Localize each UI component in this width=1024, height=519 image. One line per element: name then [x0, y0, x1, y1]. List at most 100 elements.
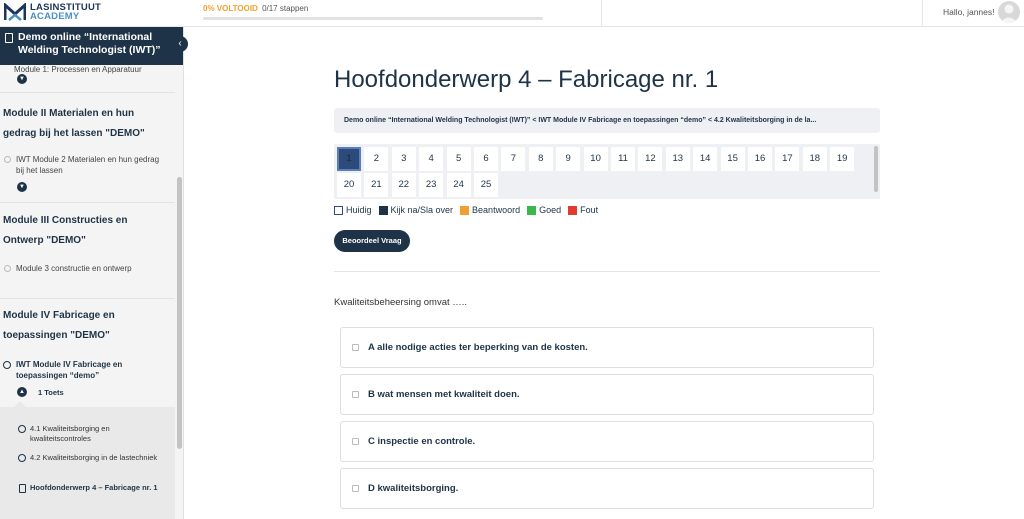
question-number-button[interactable]: 6: [474, 147, 498, 171]
question-number-button[interactable]: 8: [528, 147, 553, 171]
section-title: Module III Constructies en Ontwerp "DEMO…: [3, 215, 128, 246]
answer-option[interactable]: A alle nodige acties ter beperking van d…: [340, 327, 874, 368]
divider: [922, 0, 923, 27]
question-number-button[interactable]: 7: [501, 147, 526, 171]
logo[interactable]: LASINSTITUUT ACADEMY: [4, 3, 101, 21]
question-number-button[interactable]: 16: [748, 147, 772, 171]
chevron-down-icon[interactable]: ▼: [17, 74, 27, 84]
lesson-item-active[interactable]: IWT Module IV Fabricage en toepassingen …: [16, 359, 166, 381]
question-number-button[interactable]: 22: [391, 173, 416, 197]
legend-swatch: [527, 205, 537, 215]
question-number-button[interactable]: 24: [446, 173, 471, 197]
legend-label: Fout: [580, 205, 599, 215]
question-number-button[interactable]: 2: [364, 147, 389, 171]
topic-item-current[interactable]: Hoofdonderwerp 4 – Fabricage nr. 1: [30, 483, 165, 493]
question-navigator-scrollbar[interactable]: [874, 146, 878, 192]
chevron-down-icon[interactable]: ▼: [17, 182, 27, 192]
divider: [0, 298, 175, 299]
quiz-content: Hoofdonderwerp 4 – Fabricage nr. 1 Demo …: [184, 27, 1024, 519]
legend-item: Goed: [527, 205, 561, 215]
section-title: Module IV Fabricage en toepassingen "DEM…: [3, 310, 115, 341]
answer-option[interactable]: C inspectie en controle.: [340, 421, 874, 462]
circle-icon: [18, 425, 26, 433]
question-text: Kwaliteitsbeheersing omvat …..: [334, 297, 468, 308]
question-number-button[interactable]: 17: [775, 147, 800, 171]
sidebar-scrollbar[interactable]: [177, 177, 182, 449]
topic-item[interactable]: 4.1 Kwaliteitsborging en kwaliteitscontr…: [30, 424, 165, 444]
avatar[interactable]: [998, 1, 1020, 23]
legend-label: Huidig: [346, 205, 372, 215]
section-title: Module II Materialen en hun gedrag bij h…: [3, 108, 145, 139]
question-number-button[interactable]: 20: [337, 173, 361, 197]
page-title: Hoofdonderwerp 4 – Fabricage nr. 1: [334, 66, 719, 93]
checkbox[interactable]: [352, 344, 359, 351]
progress-bar: [203, 17, 543, 20]
legend-label: Goed: [539, 205, 562, 215]
sidebar-collapse-button[interactable]: ‹: [172, 36, 188, 52]
question-number-button[interactable]: 9: [556, 147, 581, 171]
legend-label: Beantwoord: [472, 205, 521, 215]
document-icon: [5, 33, 13, 43]
checkbox[interactable]: [352, 391, 359, 398]
circle-icon: [3, 361, 11, 369]
course-title-header[interactable]: Demo online “International Welding Techn…: [0, 27, 183, 65]
chevron-up-icon[interactable]: ▲: [17, 387, 27, 397]
question-number-button[interactable]: 4: [419, 147, 444, 171]
answer-label: A alle nodige acties ter beperking van d…: [368, 342, 588, 353]
lesson-item[interactable]: Module 3 constructie en ontwerp: [16, 263, 166, 274]
answer-label: B wat mensen met kwaliteit doen.: [368, 389, 520, 400]
circle-icon: [18, 454, 26, 462]
legend-label: Kijk na/Sla over: [390, 205, 454, 215]
lesson-item[interactable]: IWT Module 2 Materialen en hun gedrag bi…: [16, 154, 166, 176]
progress-percent: 0% VOLTOOID: [203, 4, 258, 13]
divider: [601, 0, 602, 27]
question-navigator: 1 2 3 4 5 6 7 8 9 10 11 12 13 14 15 16 17 18 19 20 21 22 23 24 2…: [334, 144, 880, 199]
answer-option[interactable]: D kwaliteitsborging.: [340, 468, 874, 509]
divider: [0, 202, 175, 203]
question-legend: Huidig Kijk na/Sla over Beantwoord Goed Fout: [334, 205, 605, 215]
question-number-button[interactable]: 15: [720, 147, 745, 171]
legend-swatch: [334, 205, 343, 215]
question-number-button[interactable]: 3: [391, 147, 416, 171]
logo-line2: ACADEMY: [30, 11, 80, 22]
question-number-button[interactable]: 25: [474, 173, 498, 197]
question-number-button[interactable]: 11: [611, 147, 635, 171]
circle-icon: [4, 156, 11, 163]
question-number-button[interactable]: 12: [638, 147, 663, 171]
question-number-button[interactable]: 5: [446, 147, 471, 171]
topic-item[interactable]: 4.2 Kwaliteitsborging in de lastechniek: [30, 453, 165, 463]
legend-item: Huidig: [334, 205, 372, 215]
answer-label: C inspectie en controle.: [368, 436, 476, 447]
user-greeting: Hallo, jannes!: [943, 7, 995, 17]
course-progress: 0% VOLTOOID 0/17 stappen: [203, 4, 543, 20]
question-number-button[interactable]: 1: [337, 147, 361, 171]
legend-item: Kijk na/Sla over: [378, 205, 454, 215]
question-number-button[interactable]: 19: [830, 147, 855, 171]
question-number-button[interactable]: 14: [693, 147, 718, 171]
course-title: Demo online “International Welding Techn…: [18, 31, 161, 56]
divider: [334, 271, 880, 272]
logo-mark-icon: [4, 3, 26, 21]
checkbox[interactable]: [352, 485, 359, 492]
question-number-button[interactable]: 21: [364, 173, 389, 197]
breadcrumb[interactable]: Demo online “International Welding Techn…: [334, 108, 880, 133]
review-question-button[interactable]: Beoordeel Vraag: [334, 230, 410, 252]
quiz-count-label[interactable]: 1 Toets: [38, 388, 64, 397]
course-sidebar: Demo online “International Welding Techn…: [0, 27, 184, 519]
question-number-button[interactable]: 18: [802, 147, 827, 171]
question-number-button[interactable]: 23: [419, 173, 444, 197]
logo-text: LASINSTITUUT ACADEMY: [30, 3, 101, 22]
divider: [0, 92, 175, 93]
legend-swatch: [568, 205, 578, 215]
legend-item: Fout: [568, 205, 598, 215]
checkbox[interactable]: [352, 438, 359, 445]
question-number-button[interactable]: 10: [583, 147, 608, 171]
legend-swatch: [378, 205, 388, 215]
user-icon: [1000, 4, 1018, 23]
question-number-button[interactable]: 13: [665, 147, 690, 171]
progress-steps: 0/17 stappen: [262, 4, 309, 13]
legend-item: Beantwoord: [460, 205, 520, 215]
lesson-item[interactable]: Module 1: Processen en Apparatuur: [14, 65, 142, 74]
top-bar: LASINSTITUUT ACADEMY 0% VOLTOOID 0/17 st…: [0, 0, 1024, 27]
answer-option[interactable]: B wat mensen met kwaliteit doen.: [340, 374, 874, 415]
